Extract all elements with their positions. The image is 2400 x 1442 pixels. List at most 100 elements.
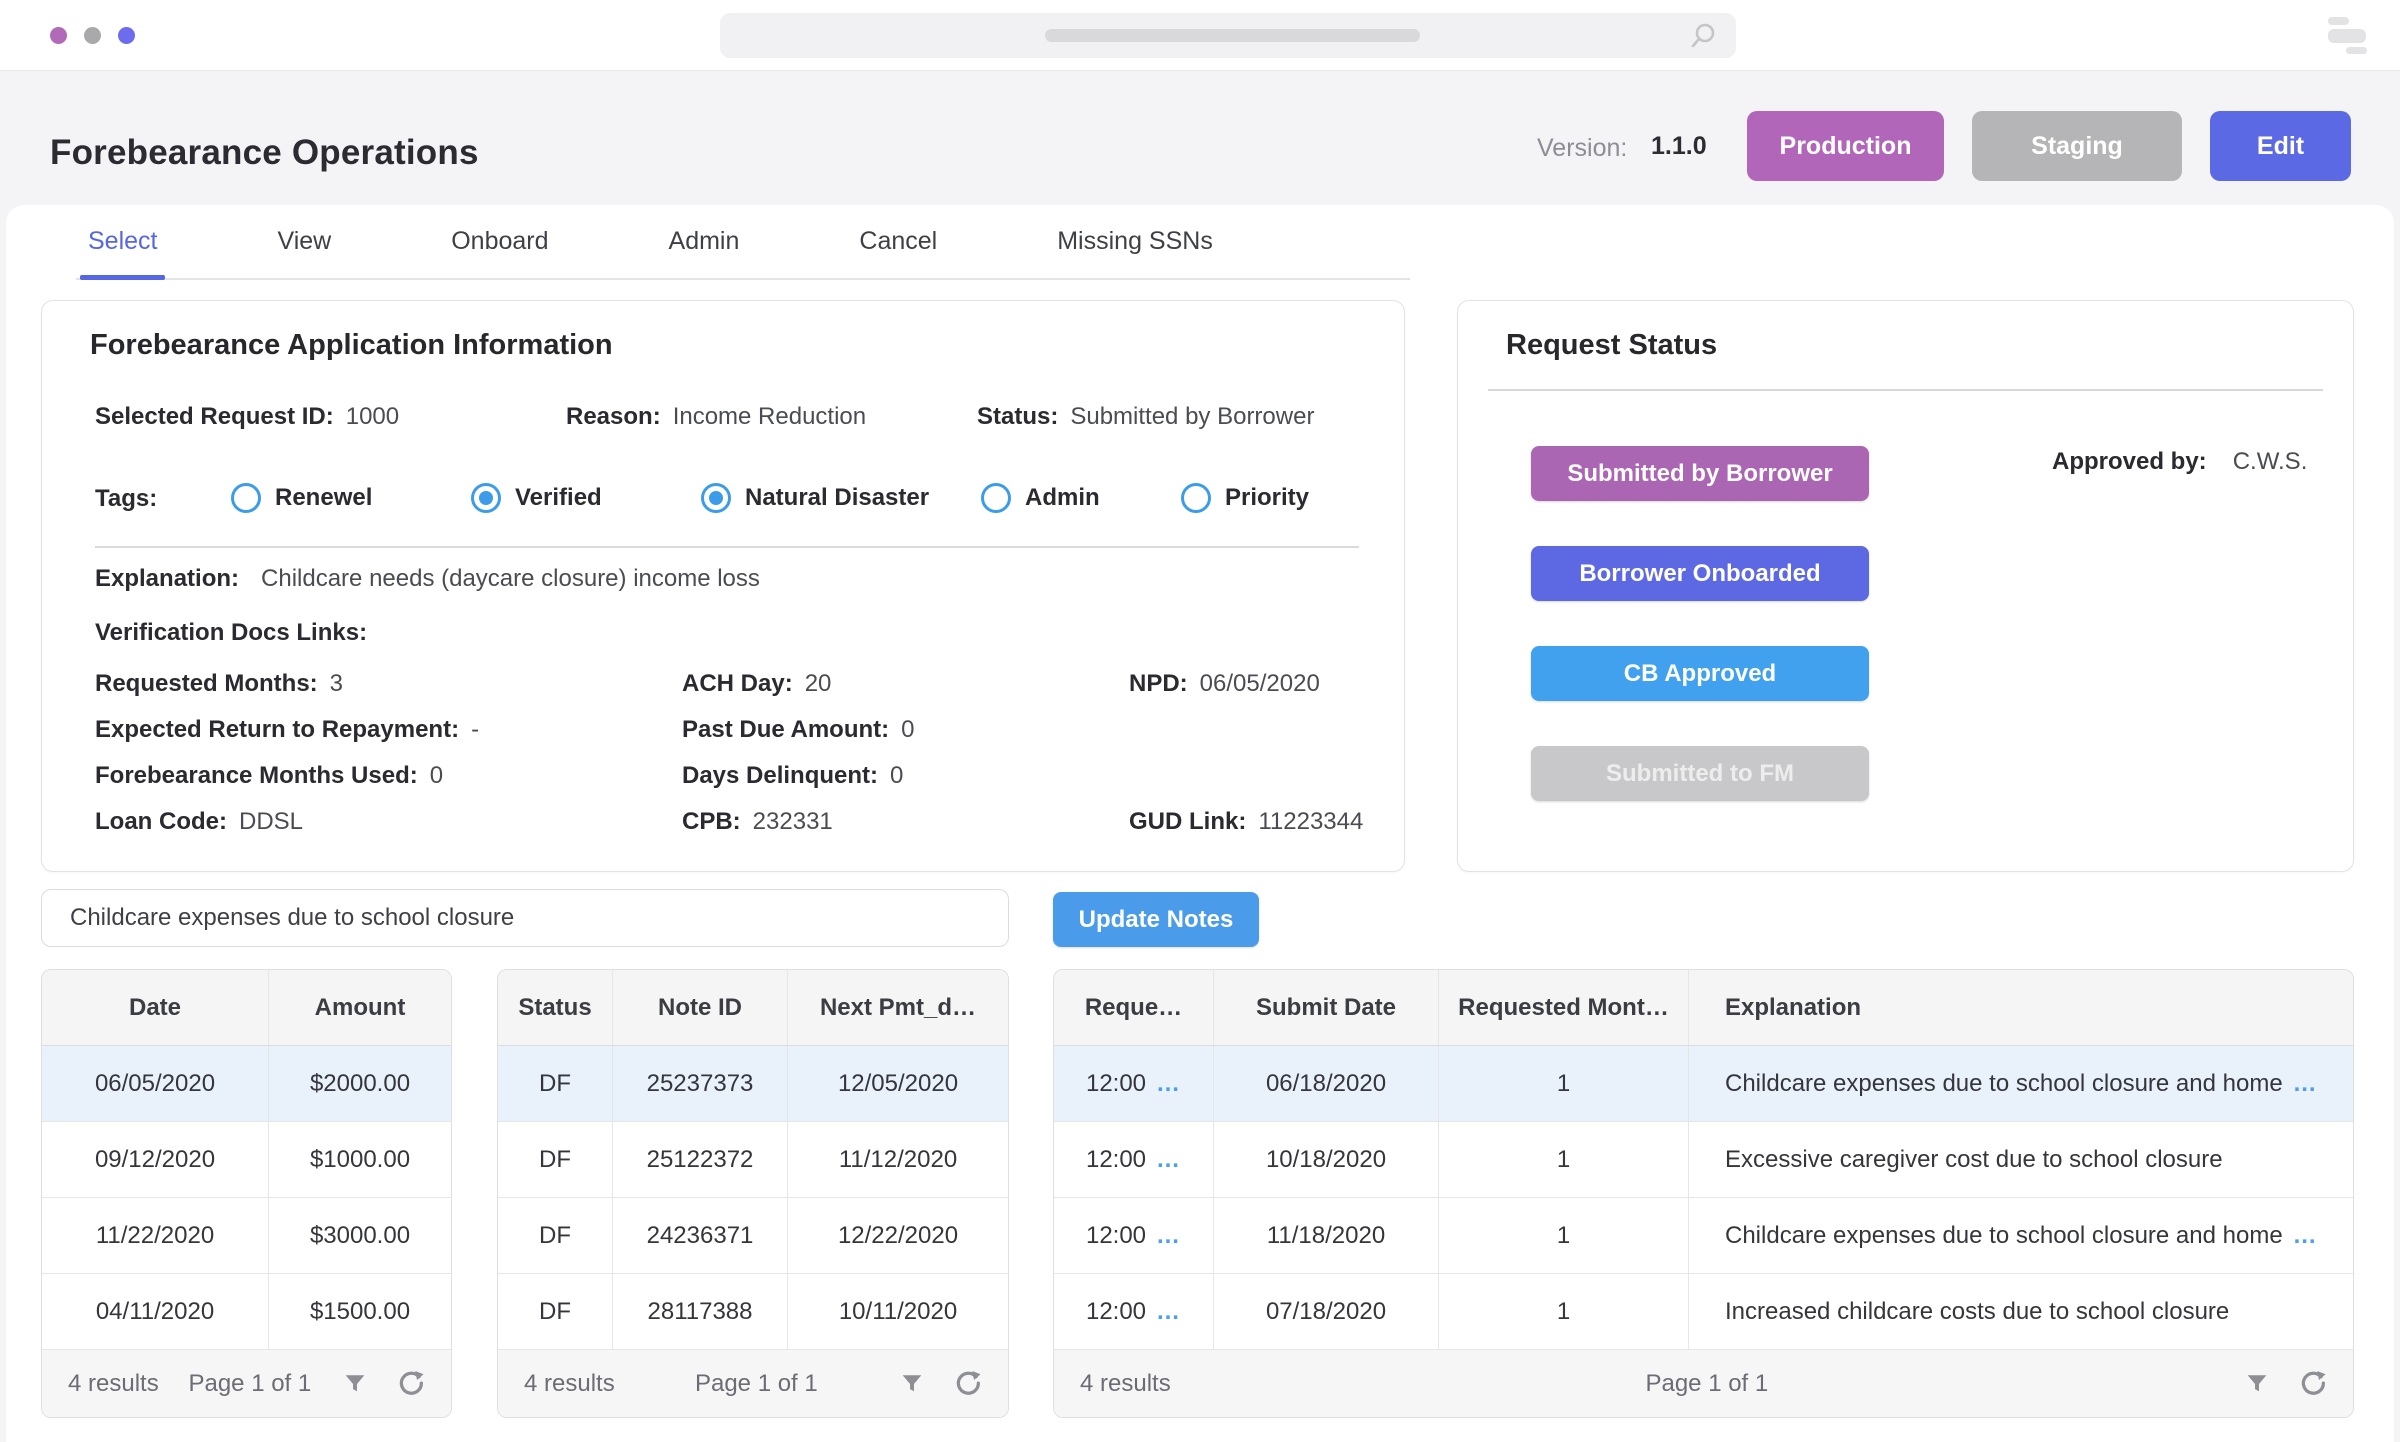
table-cell[interactable]: 12/05/2020 bbox=[788, 1046, 1008, 1121]
table-row[interactable]: 06/05/2020$2000.00 bbox=[42, 1046, 451, 1122]
table-row[interactable]: 12:00…11/18/20201Childcare expenses due … bbox=[1054, 1198, 2353, 1274]
table-row[interactable]: 09/12/2020$1000.00 bbox=[42, 1122, 451, 1198]
tag-radio-renewel[interactable]: Renewel bbox=[231, 483, 372, 513]
radio-icon[interactable] bbox=[231, 483, 261, 513]
search-icon[interactable] bbox=[1688, 21, 1718, 51]
tab-admin[interactable]: Admin bbox=[669, 227, 740, 278]
tag-radio-priority[interactable]: Priority bbox=[1181, 483, 1309, 513]
status-step-cb-approved[interactable]: CB Approved bbox=[1531, 646, 1869, 701]
column-header-amount[interactable]: Amount bbox=[269, 970, 451, 1045]
truncated-text-ellipsis-icon[interactable]: … bbox=[2293, 1222, 2318, 1249]
table-row[interactable]: 12:00…06/18/20201Childcare expenses due … bbox=[1054, 1046, 2353, 1122]
window-dot-maximize[interactable] bbox=[118, 27, 135, 44]
table-row[interactable]: 12:00…07/18/20201Increased childcare cos… bbox=[1054, 1274, 2353, 1350]
table-row[interactable]: 04/11/2020$1500.00 bbox=[42, 1274, 451, 1350]
table-row[interactable]: 11/22/2020$3000.00 bbox=[42, 1198, 451, 1274]
update-notes-button[interactable]: Update Notes bbox=[1053, 892, 1259, 947]
refresh-icon[interactable] bbox=[952, 1369, 982, 1399]
tab-cancel[interactable]: Cancel bbox=[859, 227, 937, 278]
window-dot-close[interactable] bbox=[50, 27, 67, 44]
table-cell[interactable]: DF bbox=[498, 1122, 613, 1197]
truncated-text-ellipsis-icon[interactable]: … bbox=[2293, 1070, 2318, 1097]
truncated-text-ellipsis-icon[interactable]: … bbox=[1156, 1222, 1181, 1249]
table-cell[interactable]: $2000.00 bbox=[269, 1046, 451, 1121]
column-header-explanation[interactable]: Explanation bbox=[1689, 970, 2353, 1045]
table-cell[interactable]: 1 bbox=[1439, 1122, 1689, 1197]
table-cell[interactable]: 11/22/2020 bbox=[42, 1198, 269, 1273]
table-cell[interactable]: 09/12/2020 bbox=[42, 1122, 269, 1197]
table-cell[interactable]: 12:00… bbox=[1054, 1046, 1214, 1121]
tab-view[interactable]: View bbox=[277, 227, 331, 278]
tab-onboard[interactable]: Onboard bbox=[451, 227, 548, 278]
table-cell[interactable]: 1 bbox=[1439, 1198, 1689, 1273]
table-row[interactable]: DF2811738810/11/2020 bbox=[498, 1274, 1008, 1350]
table-cell[interactable]: 11/18/2020 bbox=[1214, 1198, 1439, 1273]
tab-select[interactable]: Select bbox=[88, 227, 157, 278]
column-header-status[interactable]: Status bbox=[498, 970, 613, 1045]
table-cell[interactable]: $1000.00 bbox=[269, 1122, 451, 1197]
refresh-icon[interactable] bbox=[2297, 1369, 2327, 1399]
status-step-borrower-onboarded[interactable]: Borrower Onboarded bbox=[1531, 546, 1869, 601]
status-step-submitted-to-fm[interactable]: Submitted to FM bbox=[1531, 746, 1869, 801]
truncated-text-ellipsis-icon[interactable]: … bbox=[1156, 1146, 1181, 1173]
filter-icon[interactable] bbox=[898, 1370, 926, 1398]
table-row[interactable]: DF2423637112/22/2020 bbox=[498, 1198, 1008, 1274]
column-header-reque[interactable]: Reque… bbox=[1054, 970, 1214, 1045]
truncated-text-ellipsis-icon[interactable]: … bbox=[1156, 1070, 1181, 1097]
table-row[interactable]: 12:00…10/18/20201Excessive caregiver cos… bbox=[1054, 1122, 2353, 1198]
column-header-date[interactable]: Date bbox=[42, 970, 269, 1045]
table-cell[interactable]: 04/11/2020 bbox=[42, 1274, 269, 1349]
table-cell[interactable]: Excessive caregiver cost due to school c… bbox=[1689, 1122, 2353, 1197]
table-cell[interactable]: $1500.00 bbox=[269, 1274, 451, 1349]
window-dot-minimize[interactable] bbox=[84, 27, 101, 44]
column-header-note-id[interactable]: Note ID bbox=[613, 970, 788, 1045]
truncated-text-ellipsis-icon[interactable]: … bbox=[1156, 1298, 1181, 1325]
table-cell[interactable]: 10/18/2020 bbox=[1214, 1122, 1439, 1197]
table-cell[interactable]: 25122372 bbox=[613, 1122, 788, 1197]
table-cell[interactable]: 1 bbox=[1439, 1274, 1689, 1349]
table-cell[interactable]: 06/18/2020 bbox=[1214, 1046, 1439, 1121]
table-cell[interactable]: 24236371 bbox=[613, 1198, 788, 1273]
radio-icon[interactable] bbox=[701, 483, 731, 513]
table-cell[interactable]: DF bbox=[498, 1046, 613, 1121]
column-header-requested-mont[interactable]: Requested Mont… bbox=[1439, 970, 1689, 1045]
column-header-submit-date[interactable]: Submit Date bbox=[1214, 970, 1439, 1045]
staging-button[interactable]: Staging bbox=[1972, 111, 2182, 181]
table-cell[interactable]: 1 bbox=[1439, 1046, 1689, 1121]
tab-missing-ssns[interactable]: Missing SSNs bbox=[1057, 227, 1213, 278]
table-cell[interactable]: 12:00… bbox=[1054, 1122, 1214, 1197]
table-row[interactable]: DF2512237211/12/2020 bbox=[498, 1122, 1008, 1198]
radio-icon[interactable] bbox=[1181, 483, 1211, 513]
table-cell[interactable]: 12:00… bbox=[1054, 1198, 1214, 1273]
table-cell[interactable]: 06/05/2020 bbox=[42, 1046, 269, 1121]
column-header-next-pmt-d[interactable]: Next Pmt_d… bbox=[788, 970, 1008, 1045]
table-cell[interactable]: 12:00… bbox=[1054, 1274, 1214, 1349]
tag-radio-natural-disaster[interactable]: Natural Disaster bbox=[701, 483, 929, 513]
radio-icon[interactable] bbox=[981, 483, 1011, 513]
table-row[interactable]: DF2523737312/05/2020 bbox=[498, 1046, 1008, 1122]
table-cell[interactable]: 11/12/2020 bbox=[788, 1122, 1008, 1197]
table-cell[interactable]: 25237373 bbox=[613, 1046, 788, 1121]
table-cell[interactable]: DF bbox=[498, 1198, 613, 1273]
table-cell[interactable]: Childcare expenses due to school closure… bbox=[1689, 1046, 2353, 1121]
filter-icon[interactable] bbox=[341, 1370, 369, 1398]
table-cell[interactable]: DF bbox=[498, 1274, 613, 1349]
table-cell[interactable]: 07/18/2020 bbox=[1214, 1274, 1439, 1349]
status-step-submitted-by-borrower[interactable]: Submitted by Borrower bbox=[1531, 446, 1869, 501]
table-cell[interactable]: $3000.00 bbox=[269, 1198, 451, 1273]
refresh-icon[interactable] bbox=[395, 1369, 425, 1399]
notes-input[interactable] bbox=[41, 889, 1009, 947]
production-button[interactable]: Production bbox=[1747, 111, 1944, 181]
tag-radio-admin[interactable]: Admin bbox=[981, 483, 1100, 513]
filter-icon[interactable] bbox=[2243, 1370, 2271, 1398]
table-cell[interactable]: Increased childcare costs due to school … bbox=[1689, 1274, 2353, 1349]
edit-button[interactable]: Edit bbox=[2210, 111, 2351, 181]
table-cell[interactable]: Childcare expenses due to school closure… bbox=[1689, 1198, 2353, 1273]
table-cell[interactable]: 12/22/2020 bbox=[788, 1198, 1008, 1273]
tag-radio-verified[interactable]: Verified bbox=[471, 483, 602, 513]
radio-icon[interactable] bbox=[471, 483, 501, 513]
table-cell[interactable]: 28117388 bbox=[613, 1274, 788, 1349]
address-search-bar[interactable] bbox=[720, 13, 1736, 58]
browser-menu-icon[interactable] bbox=[2326, 17, 2370, 55]
table-cell[interactable]: 10/11/2020 bbox=[788, 1274, 1008, 1349]
